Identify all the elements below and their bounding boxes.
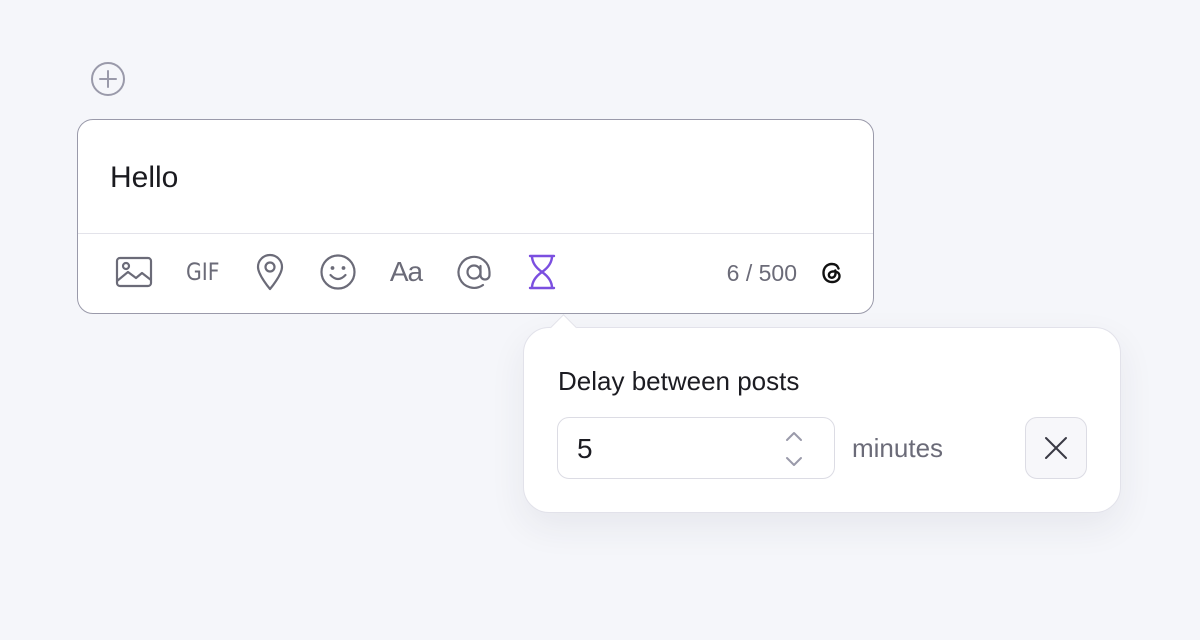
popover-arrow xyxy=(550,314,577,341)
hourglass-icon xyxy=(528,254,556,290)
text-format-button[interactable]: Aa xyxy=(384,252,428,292)
smiley-icon xyxy=(320,254,356,290)
emoji-button[interactable] xyxy=(318,252,358,292)
popover-title: Delay between posts xyxy=(558,366,800,396)
image-icon xyxy=(115,256,153,288)
plus-circle-icon xyxy=(91,62,125,96)
remove-delay-button[interactable] xyxy=(1025,417,1087,479)
delay-button[interactable] xyxy=(522,252,562,292)
at-sign-icon xyxy=(457,255,491,289)
delay-stepper xyxy=(782,424,806,474)
increment-button[interactable] xyxy=(782,426,806,446)
mention-button[interactable] xyxy=(454,252,494,292)
character-counter: 6 / 500 xyxy=(726,260,797,286)
gif-button[interactable]: GIF xyxy=(182,252,224,292)
location-pin-icon xyxy=(256,253,284,291)
post-text-input[interactable]: Hello xyxy=(110,160,178,196)
chevron-down-icon xyxy=(786,457,802,466)
delay-value: 5 xyxy=(577,433,593,464)
gif-icon: GIF xyxy=(186,258,220,286)
threads-platform-button[interactable] xyxy=(817,258,847,288)
delay-minutes-input[interactable]: 5 xyxy=(557,417,835,479)
threads-icon xyxy=(822,262,841,284)
chevron-up-icon xyxy=(786,432,802,441)
add-media-button[interactable] xyxy=(114,252,154,292)
decrement-button[interactable] xyxy=(782,452,806,472)
close-icon xyxy=(1045,437,1067,459)
post-composer: Hello GIF Aa 6 / 500 xyxy=(77,119,874,314)
location-button[interactable] xyxy=(250,252,290,292)
delay-popover: Delay between posts 5 minutes xyxy=(523,314,1121,513)
composer-divider xyxy=(78,233,873,234)
add-post-button[interactable] xyxy=(90,61,126,97)
text-format-icon: Aa xyxy=(389,256,423,287)
delay-unit-label: minutes xyxy=(852,433,944,463)
